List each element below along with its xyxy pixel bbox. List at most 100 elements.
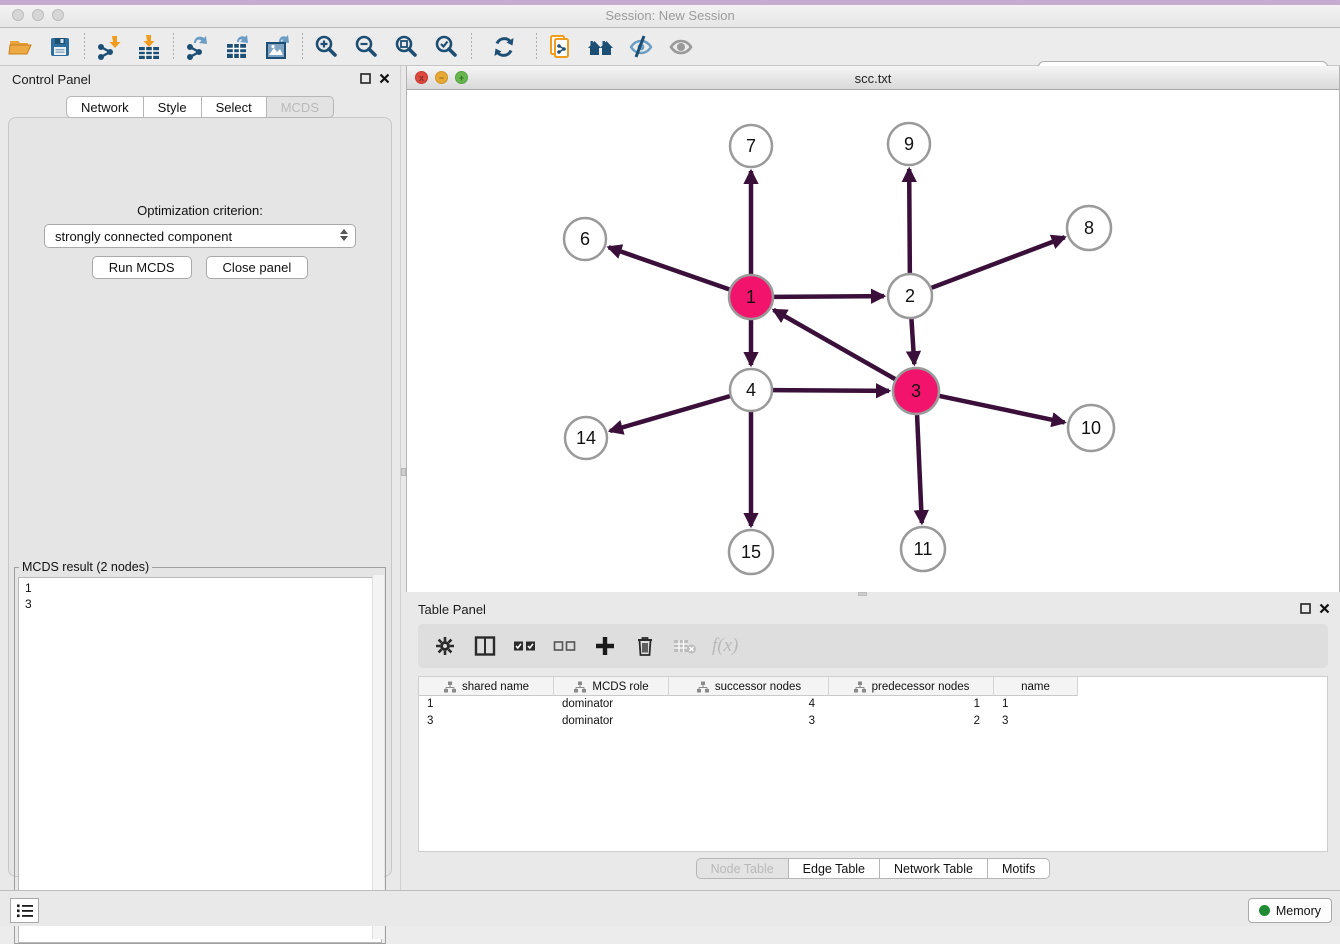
deselect-all-checkboxes-icon[interactable] [548,630,582,662]
zoom-in-icon[interactable] [307,31,347,63]
node-label: 1 [746,287,756,307]
tab-network[interactable]: Network [66,96,144,118]
tab-mcds[interactable]: MCDS [267,96,334,118]
table-tab-edge-table[interactable]: Edge Table [789,858,880,879]
node-1[interactable]: 1 [729,275,773,319]
tab-select[interactable]: Select [202,96,267,118]
node-2[interactable]: 2 [888,274,932,318]
node-8[interactable]: 8 [1067,206,1111,250]
table-body: 1dominator4113dominator323 [419,697,1327,730]
node-9[interactable]: 9 [888,123,930,165]
gear-icon[interactable] [428,630,462,662]
toolbar-separator [173,33,174,61]
apply-layout-icon[interactable] [476,31,532,63]
table-tab-motifs[interactable]: Motifs [988,858,1050,879]
node-4[interactable]: 4 [730,369,772,411]
float-table-panel-icon[interactable] [1300,603,1311,614]
list-icon [15,902,35,920]
table-tab-node-table[interactable]: Node Table [696,858,789,879]
cell-name: 1 [994,697,1078,713]
table-panel: Table Panel [406,596,1340,890]
export-image-icon[interactable] [258,31,298,63]
edge-1-6[interactable] [609,247,730,289]
task-history-button[interactable] [10,898,39,923]
edge-1-2[interactable] [774,296,884,297]
zoom-selected-icon[interactable] [427,31,467,63]
node-label: 15 [741,542,761,562]
show-panel-eye-icon[interactable] [661,31,701,63]
close-table-panel-icon[interactable] [1319,603,1330,614]
control-panel-tabs: NetworkStyleSelectMCDS [0,96,400,118]
edge-3-10[interactable] [939,396,1064,422]
edge-4-14[interactable] [610,396,730,431]
control-panel-title: Control Panel [12,72,91,87]
edge-3-11[interactable] [917,415,922,523]
column-header-successor-nodes[interactable]: successor nodes [669,677,829,696]
float-panel-icon[interactable] [360,73,371,84]
window-title: Session: New Session [0,8,1340,23]
node-table: shared nameMCDS rolesuccessor nodesprede… [418,676,1328,852]
table-panel-tabs: Node TableEdge TableNetwork TableMotifs [406,858,1340,879]
table-row[interactable]: 3dominator323 [419,714,1327,730]
node-label: 3 [911,381,921,401]
table-header-row: shared nameMCDS rolesuccessor nodesprede… [419,677,1078,696]
edge-2-3[interactable] [911,319,914,364]
node-7[interactable]: 7 [730,125,772,167]
network-canvas[interactable]: 7 9 6 8 1 2 4 3 14 10 15 11 [407,90,1339,592]
node-14[interactable]: 14 [565,417,607,459]
network-title: scc.txt [407,71,1339,86]
cell-predecessor-nodes: 2 [829,714,994,730]
column-header-name[interactable]: name [994,677,1078,696]
home-pages-icon[interactable] [581,31,621,63]
open-folder-icon[interactable] [0,31,40,63]
tab-style[interactable]: Style [144,96,202,118]
mcds-result-text[interactable]: 1 3 [18,577,382,943]
cell-name: 3 [994,714,1078,730]
node-11[interactable]: 11 [901,527,945,571]
result-scrollbar[interactable] [372,575,384,939]
export-table-icon[interactable] [218,31,258,63]
import-network-icon[interactable] [89,31,129,63]
node-3[interactable]: 3 [893,368,939,414]
save-session-icon[interactable] [40,31,80,63]
column-header-predecessor-nodes[interactable]: predecessor nodes [829,677,994,696]
column-header-shared-name[interactable]: shared name [419,677,554,696]
node-10[interactable]: 10 [1068,405,1114,451]
close-panel-icon[interactable] [379,73,390,84]
edge-4-3[interactable] [773,390,889,391]
import-table-icon[interactable] [129,31,169,63]
delete-column-trash-icon[interactable] [628,630,662,662]
hide-panel-eye-icon[interactable] [621,31,661,63]
table-row[interactable]: 1dominator411 [419,697,1327,713]
control-panel: Control Panel NetworkStyleSelectMCDS Opt… [0,66,400,890]
tree-icon [573,681,587,693]
status-bar: Memory [0,890,1340,926]
cell-shared-name: 3 [419,714,554,730]
zoom-out-icon[interactable] [347,31,387,63]
edge-3-1[interactable] [774,310,896,379]
network-graph: 7 9 6 8 1 2 4 3 14 10 15 11 [407,90,1339,592]
close-panel-button[interactable]: Close panel [206,256,309,279]
edge-2-8[interactable] [932,237,1065,288]
select-all-checkboxes-icon[interactable] [508,630,542,662]
run-mcds-button[interactable]: Run MCDS [92,256,192,279]
node-label: 2 [905,286,915,306]
node-label: 9 [904,134,914,154]
node-label: 14 [576,428,596,448]
columns-icon[interactable] [468,630,502,662]
function-builder-icon: f(x) [708,635,738,657]
export-network-icon[interactable] [178,31,218,63]
dropdown-stepper-icon [340,229,348,241]
node-6[interactable]: 6 [564,218,606,260]
network-overview-icon[interactable] [541,31,581,63]
main-toolbar [0,28,1340,66]
column-header-MCDS-role[interactable]: MCDS role [554,677,669,696]
cell-MCDS-role: dominator [554,714,669,730]
zoom-fit-icon[interactable] [387,31,427,63]
edge-2-9[interactable] [909,169,910,273]
add-column-icon[interactable] [588,630,622,662]
table-tab-network-table[interactable]: Network Table [880,858,988,879]
memory-button[interactable]: Memory [1248,898,1332,923]
node-15[interactable]: 15 [729,530,773,574]
criterion-dropdown[interactable]: strongly connected component [44,224,356,248]
